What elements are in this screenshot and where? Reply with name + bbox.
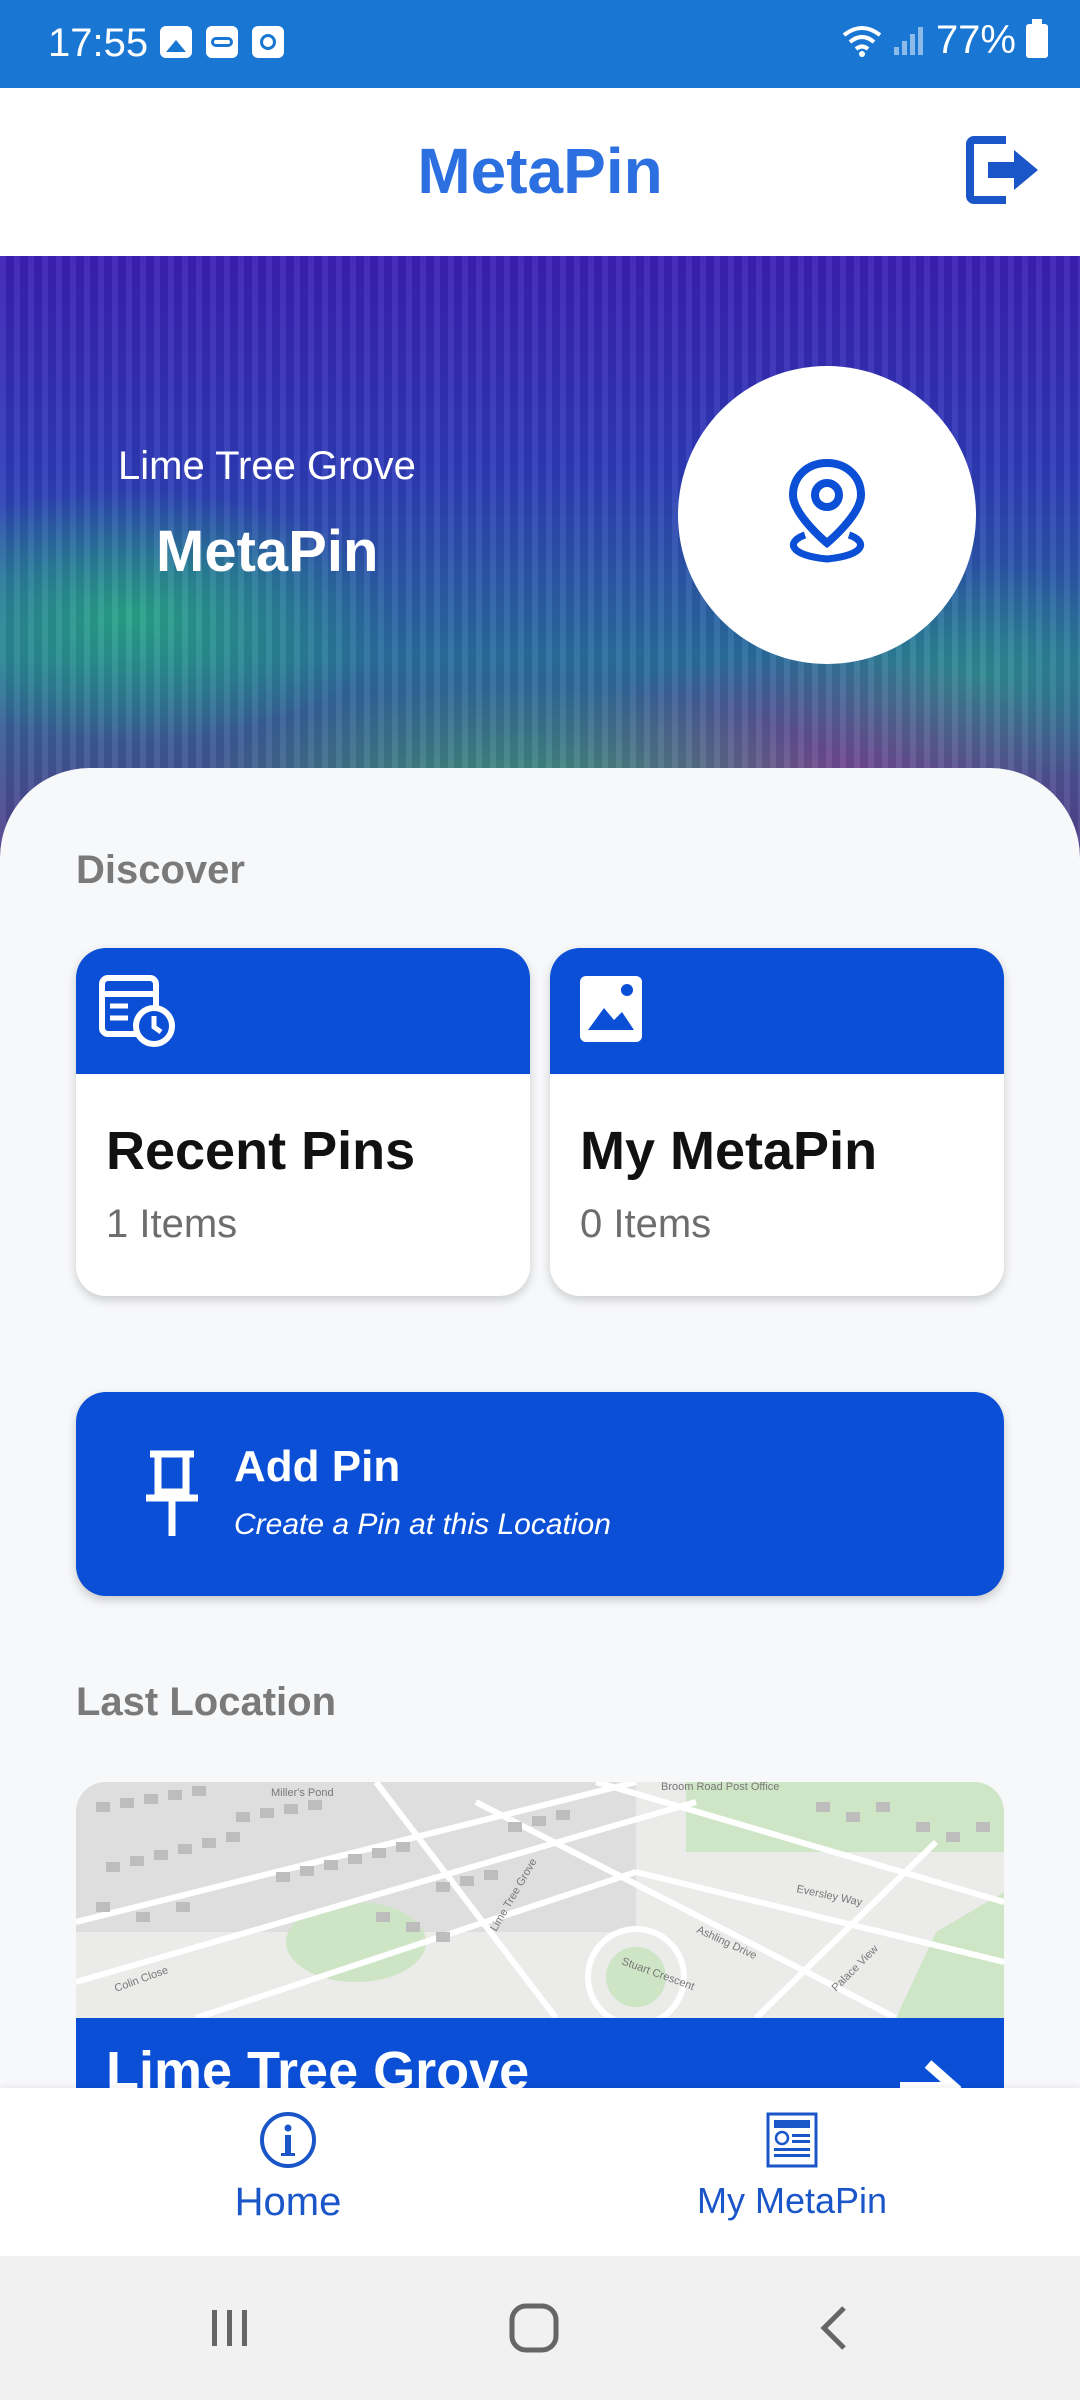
add-pin-title: Add Pin [234,1442,401,1491]
bottom-navigation: Home My MetaPin [0,2088,1080,2256]
notification-icons [160,26,284,58]
back-icon[interactable] [806,2298,866,2358]
battery-icon [1026,18,1048,58]
card-count: 0 Items [580,1202,712,1246]
image-icon [580,976,642,1042]
calendar-clock-icon [99,975,175,1047]
discover-title: Discover [76,848,245,892]
add-pin-button[interactable]: Add Pin Create a Pin at this Location [76,1392,1004,1596]
app-title: MetaPin [417,135,663,207]
voicemail-notification-icon [206,26,238,58]
nav-my-metapin-label: My MetaPin [696,2180,888,2221]
nav-home-label: Home [234,2180,342,2224]
location-bar: Lime Tree Grove [76,2018,1004,2092]
newspaper-icon [766,2112,818,2168]
hero-title: MetaPin [156,519,379,584]
last-location-title: Last Location [76,1680,337,1724]
card-header [76,948,530,1074]
location-badge [678,366,976,664]
location-name: Lime Tree Grove [106,2041,530,2092]
clock-notification-icon [252,26,284,58]
status-right: 77% [842,18,1048,63]
arrow-right-icon[interactable] [894,2052,964,2092]
pushpin-icon [146,1450,198,1536]
battery-percent: 77% [935,18,1016,62]
card-count: 1 Items [106,1202,238,1246]
svg-text:Broom Road Post Office: Broom Road Post Office [661,1782,779,1793]
content-sheet: Discover Recent Pins 1 Items My MetaPin … [0,768,1080,2092]
card-title: My MetaPin [580,1121,878,1181]
map-preview: Miller's Pond Broom Road Post Office Stu… [76,1782,1004,2018]
nav-home[interactable]: Home [138,2108,438,2248]
card-header [550,948,1004,1074]
signal-icon [893,26,923,55]
status-time: 17:55 [48,21,149,65]
home-icon[interactable] [504,2298,564,2358]
info-icon [260,2112,316,2168]
recent-apps-icon[interactable] [200,2298,260,2358]
location-pin-icon [788,458,866,563]
my-metapin-card[interactable]: My MetaPin 0 Items [550,948,1004,1296]
svg-text:Miller's Pond: Miller's Pond [271,1787,334,1799]
system-navigation-bar [0,2256,1080,2400]
card-title: Recent Pins [106,1121,416,1181]
recent-pins-card[interactable]: Recent Pins 1 Items [76,948,530,1296]
last-location-card[interactable]: Miller's Pond Broom Road Post Office Stu… [76,1782,1004,2092]
nav-my-metapin[interactable]: My MetaPin [642,2108,942,2248]
add-pin-subtitle: Create a Pin at this Location [234,1508,611,1541]
app-bar: MetaPin [0,88,1080,256]
wifi-icon [842,25,882,57]
status-bar: 17:55 77% [0,0,1080,88]
hero-location: Lime Tree Grove [118,444,416,488]
logout-icon[interactable] [960,128,1044,212]
gallery-notification-icon [160,26,192,58]
